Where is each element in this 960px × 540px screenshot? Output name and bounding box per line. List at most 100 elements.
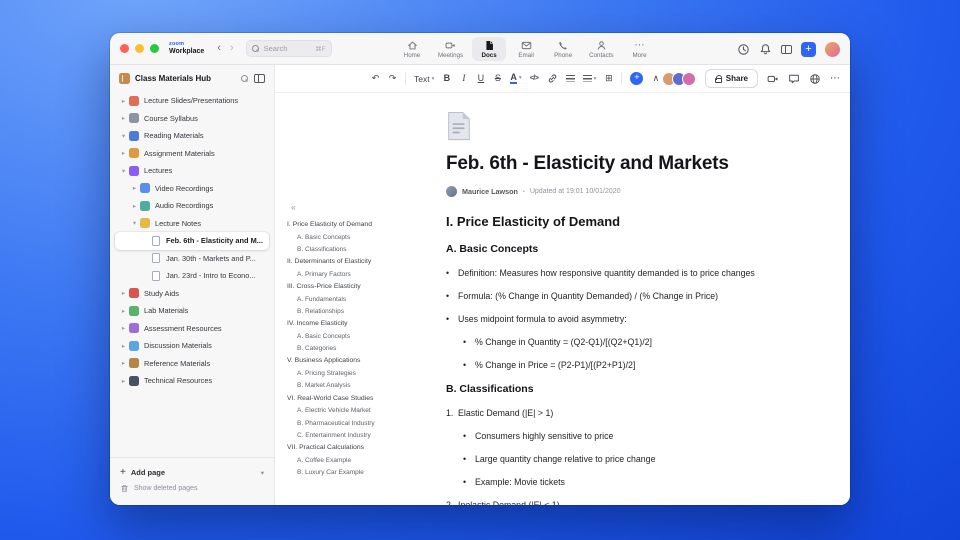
sidebar-item[interactable]: Feb. 6th - Elasticity and M...	[115, 232, 269, 250]
toc-item[interactable]: A. Electric Vehicle Market	[297, 408, 437, 415]
doc-bullet-item[interactable]: • Large quantity change relative to price…	[463, 454, 831, 465]
sidebar-item[interactable]: ▸ Discussion Materials	[115, 337, 269, 355]
bullet-list-icon[interactable]	[565, 74, 575, 83]
insert-button[interactable]: +	[630, 72, 644, 85]
tab-more[interactable]: ⋯ More	[623, 37, 657, 62]
chevron-down-icon[interactable]: ▾	[130, 219, 139, 227]
new-item-button[interactable]: +	[801, 41, 816, 57]
chevron-right-icon[interactable]: ▸	[119, 307, 128, 315]
user-avatar[interactable]	[825, 41, 840, 57]
redo-icon[interactable]: ↷	[388, 74, 397, 83]
doc-numbered-item[interactable]: 2. Inelastic Demand (|E| < 1)	[446, 500, 831, 505]
chevron-right-icon[interactable]: ▸	[130, 202, 139, 210]
doc-subheading[interactable]: B. Classifications	[446, 383, 831, 395]
toc-item[interactable]: V. Business Applications	[287, 358, 437, 365]
toc-item[interactable]: B. Classifications	[297, 246, 437, 254]
doc-bullet-item[interactable]: • Formula: (% Change in Quantity Demanded…	[446, 291, 831, 302]
text-color-dropdown[interactable]: A ▾	[510, 72, 522, 85]
doc-bullet-item[interactable]: • Uses midpoint formula to avoid asymmetr…	[446, 314, 831, 325]
chevron-right-icon[interactable]: ▸	[119, 289, 128, 297]
sidebar-item[interactable]: ▸ Study Aids	[115, 285, 269, 303]
minimize-button[interactable]	[135, 44, 144, 53]
maximize-button[interactable]	[150, 44, 159, 53]
code-icon[interactable]: </>	[530, 75, 539, 82]
sidebar-panel-icon[interactable]	[254, 74, 265, 83]
toc-item[interactable]: VI. Real-World Case Studies	[287, 395, 437, 403]
sidebar-item[interactable]: ▸ Reference Materials	[115, 355, 269, 373]
sidebar-item[interactable]: ▸ Course Syllabus	[115, 110, 269, 128]
text-style-dropdown[interactable]: Text ▾	[414, 74, 434, 84]
document-icon[interactable]	[446, 111, 831, 146]
chevron-down-icon[interactable]: ▾	[261, 469, 264, 477]
sidebar-item[interactable]: ▸ Lecture Slides/Presentations	[115, 92, 269, 110]
doc-heading[interactable]: I. Price Elasticity of Demand	[446, 214, 831, 229]
strikethrough-button[interactable]: S	[493, 74, 502, 83]
collapse-toc-icon[interactable]: «	[291, 202, 296, 212]
tab-contacts[interactable]: Contacts	[583, 37, 619, 62]
doc-bullet-item[interactable]: • Consumers highly sensitive to price	[463, 431, 831, 442]
add-page-button[interactable]: + Add page ▾	[120, 464, 264, 481]
sidebar-item[interactable]: Jan. 23rd - Intro to Econo...	[115, 267, 269, 285]
share-button[interactable]: Share	[704, 69, 758, 88]
chevron-right-icon[interactable]: ▸	[130, 184, 139, 192]
toc-item[interactable]: B. Luxury Car Example	[297, 469, 437, 477]
doc-bullet-item[interactable]: • % Change in Price = (P2-P1)/[(P2+P1)/2]	[463, 360, 831, 371]
sidebar-item[interactable]: ▾ Reading Materials	[115, 127, 269, 145]
toc-item[interactable]: A. Pricing Strategies	[297, 371, 437, 378]
toc-item[interactable]: A. Coffee Example	[297, 457, 437, 465]
tab-home[interactable]: Home	[395, 37, 429, 62]
side-panel-toggle-icon[interactable]	[781, 44, 792, 54]
doc-title[interactable]: Feb. 6th - Elasticity and Markets	[446, 152, 831, 176]
sidebar-item[interactable]: ▸ Technical Resources	[115, 372, 269, 390]
doc-bullet-item[interactable]: • Definition: Measures how responsive qua…	[446, 268, 831, 279]
align-dropdown[interactable]: ▾	[582, 74, 596, 83]
toc-item[interactable]: B. Categories	[297, 346, 437, 353]
chevron-right-icon[interactable]: ▸	[119, 359, 128, 367]
toc-item[interactable]: A. Fundamentals	[297, 296, 437, 304]
toc-item[interactable]: IV. Income Elasticity	[287, 320, 437, 328]
global-search-input[interactable]: Search ⌘F	[245, 40, 332, 57]
sidebar-item[interactable]: ▸ Assessment Resources	[115, 320, 269, 338]
sidebar-item[interactable]: ▾ Lectures	[115, 162, 269, 180]
sidebar-item[interactable]: ▸ Video Recordings	[115, 180, 269, 198]
bold-button[interactable]: B	[442, 74, 451, 83]
toc-item[interactable]: VII. Practical Calculations	[287, 444, 437, 452]
video-icon[interactable]	[767, 73, 779, 85]
tab-phone[interactable]: Phone	[546, 37, 580, 62]
globe-icon[interactable]	[809, 73, 821, 85]
comment-icon[interactable]	[788, 73, 800, 85]
toc-item[interactable]: A. Basic Concepts	[297, 333, 437, 341]
doc-numbered-item[interactable]: 1. Elastic Demand (|E| > 1)	[446, 408, 831, 419]
collaborator-avatar[interactable]	[681, 71, 696, 86]
more-options-icon[interactable]: ⋯	[830, 73, 840, 84]
sidebar-item[interactable]: ▸ Assignment Materials	[115, 145, 269, 163]
chevron-right-icon[interactable]: ▸	[119, 149, 128, 157]
sidebar-item[interactable]: Jan. 30th - Markets and P...	[115, 250, 269, 268]
chevron-right-icon[interactable]: ▸	[119, 114, 128, 122]
collapse-toolbar-icon[interactable]: ∧	[651, 74, 660, 83]
link-icon[interactable]	[547, 73, 558, 84]
back-button[interactable]: ‹	[217, 43, 221, 54]
sidebar-item[interactable]: ▾ Lecture Notes	[115, 215, 269, 233]
tab-email[interactable]: Email	[509, 37, 543, 62]
toc-item[interactable]: B. Relationships	[297, 308, 437, 316]
chevron-down-icon[interactable]: ▾	[119, 132, 128, 140]
toc-item[interactable]: B. Pharmaceutical Industry	[297, 420, 437, 428]
chevron-down-icon[interactable]: ▾	[119, 167, 128, 175]
tab-meetings[interactable]: Meetings	[432, 37, 469, 62]
table-icon[interactable]: ⊞	[604, 74, 613, 83]
toc-item[interactable]: A. Basic Concepts	[297, 234, 437, 242]
toc-item[interactable]: C. Entertainment Industry	[297, 432, 437, 440]
toc-item[interactable]: II. Determinants of Elasticity	[287, 258, 437, 266]
close-button[interactable]	[120, 44, 129, 53]
history-icon[interactable]	[737, 43, 750, 56]
show-deleted-pages-button[interactable]: Show deleted pages	[120, 481, 264, 496]
underline-button[interactable]: U	[476, 74, 485, 83]
chevron-right-icon[interactable]: ▸	[119, 324, 128, 332]
doc-subheading[interactable]: A. Basic Concepts	[446, 243, 831, 255]
chevron-right-icon[interactable]: ▸	[119, 97, 128, 105]
toc-item[interactable]: III. Cross-Price Elasticity	[287, 283, 437, 291]
sidebar-item[interactable]: ▸ Lab Materials	[115, 302, 269, 320]
italic-button[interactable]: I	[459, 74, 468, 83]
sidebar-search-icon[interactable]	[241, 74, 249, 83]
